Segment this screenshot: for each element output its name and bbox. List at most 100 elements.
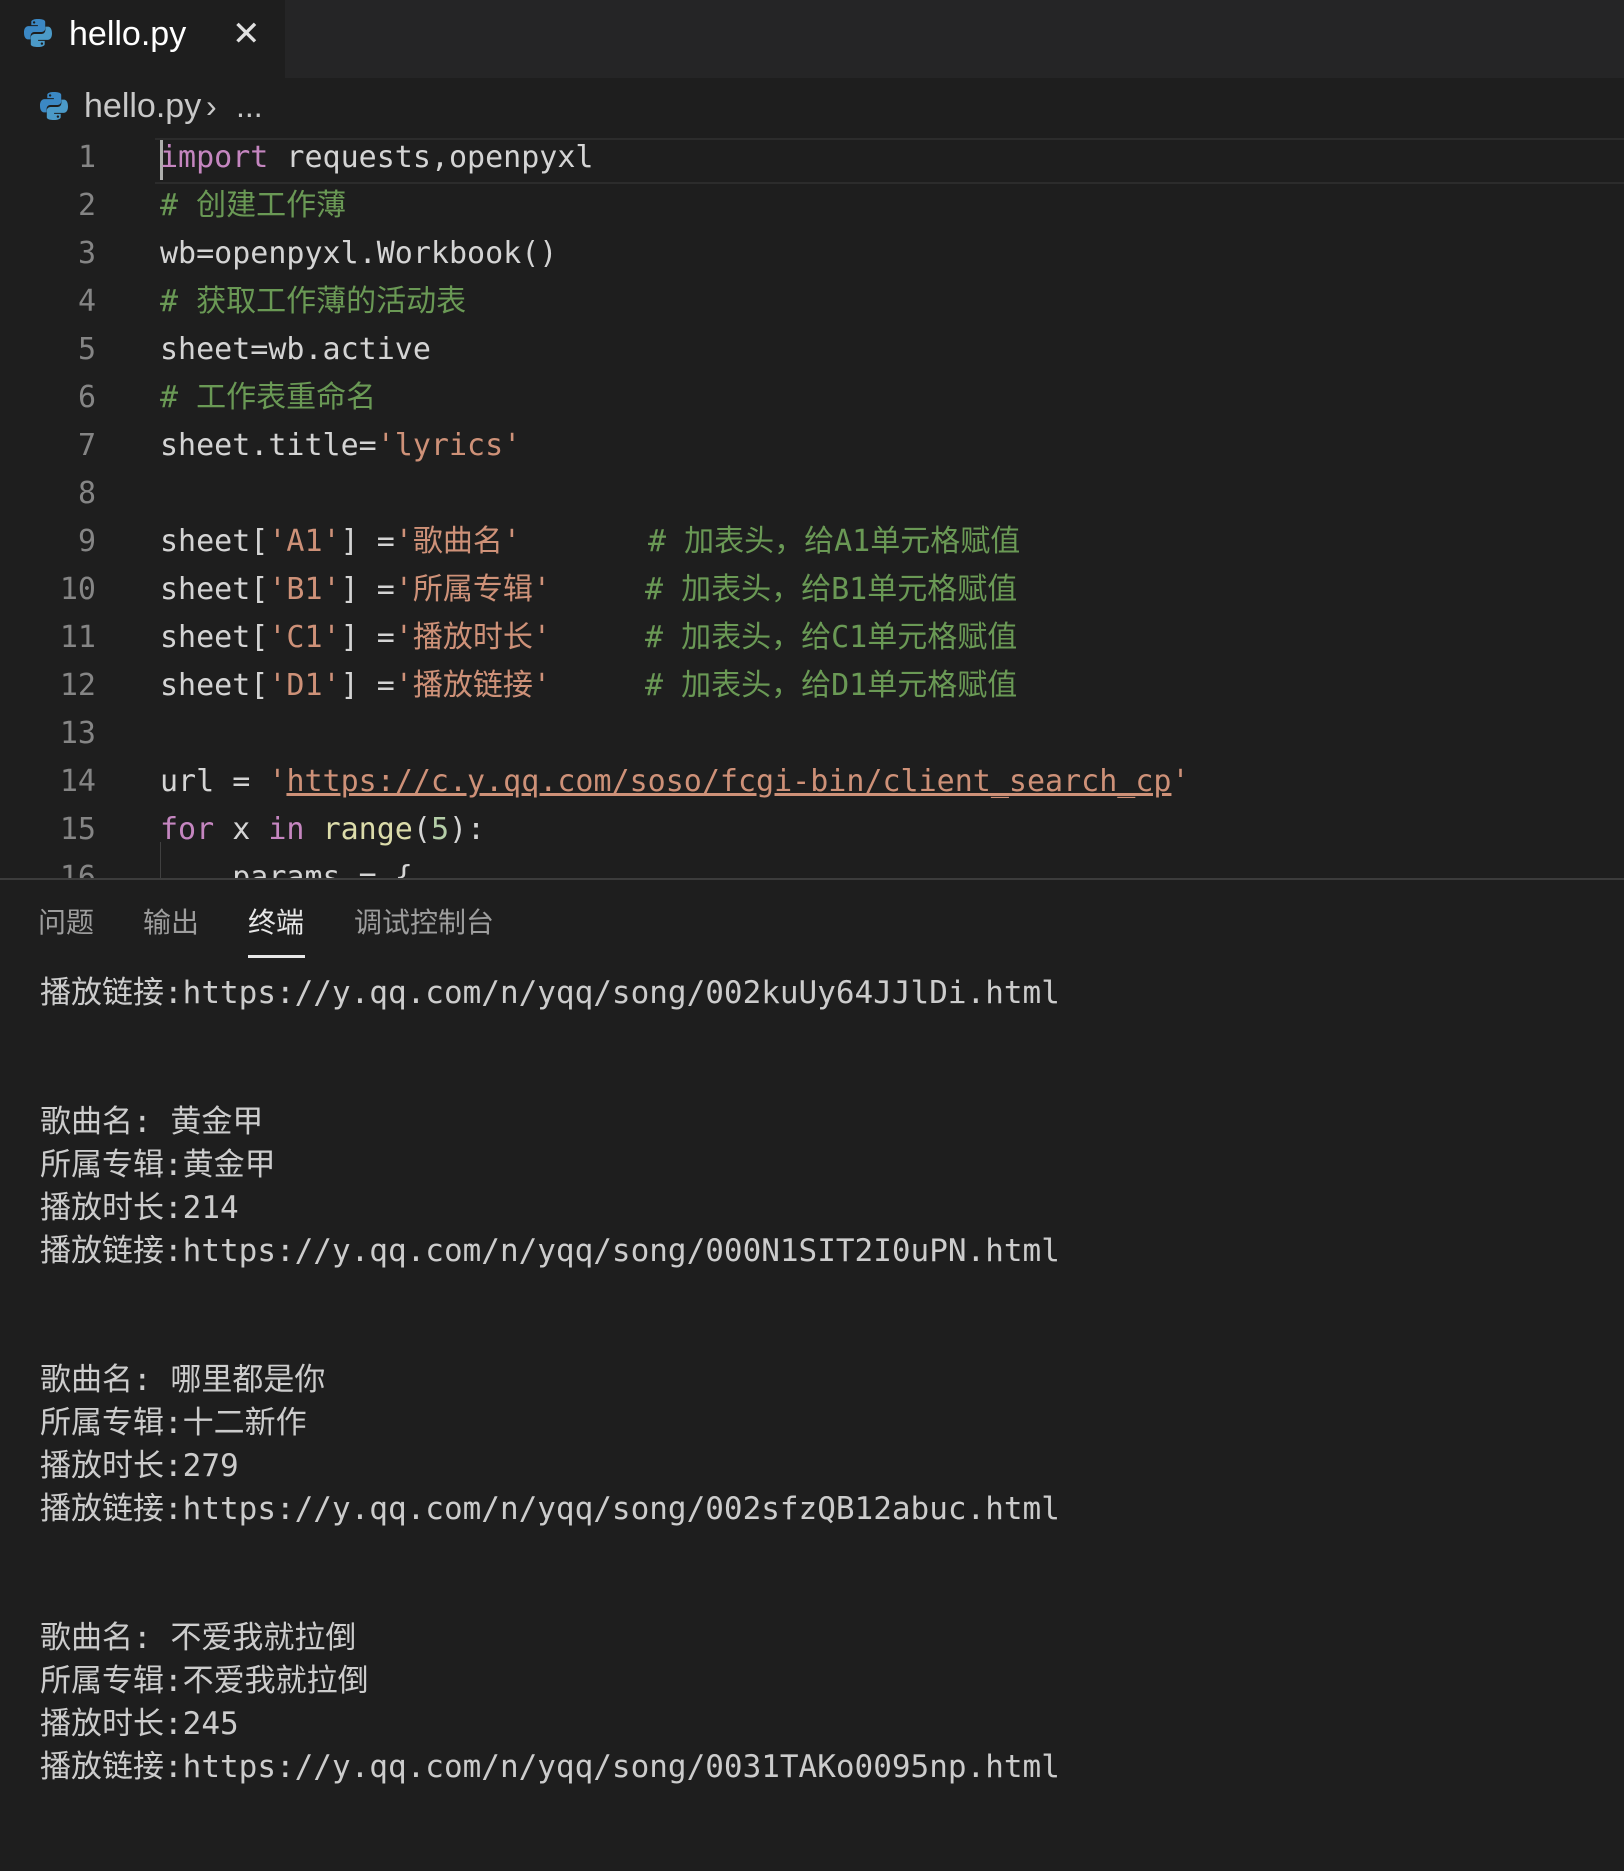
comment: # 获取工作薄的活动表 [160, 284, 467, 319]
line-number: 14 [59, 764, 96, 799]
comment: # 工作表重命名 [160, 380, 377, 415]
line-number: 8 [77, 476, 96, 511]
line-number: 4 [77, 284, 96, 319]
terminal-line: 歌曲名: 哪里都是你 [40, 1362, 326, 1398]
code-line: 11 sheet['C1'] ='播放时长' # 加表头，给C1单元格赋值 [0, 614, 1624, 662]
line-number: 10 [59, 572, 96, 607]
keyword: import [160, 140, 269, 175]
string-quote: ' [268, 764, 287, 799]
line-code: import requests,openpyxl [160, 134, 593, 182]
line-number: 7 [77, 428, 96, 463]
terminal-line: 歌曲名: 黄金甲 [40, 1104, 264, 1140]
comment: # 加表头，给A1单元格赋值 [648, 524, 1021, 559]
terminal-line: 播放时长:214 [40, 1190, 239, 1226]
code-text: sheet[ [160, 524, 269, 559]
code-line: 6 # 工作表重命名 [0, 374, 1624, 422]
tab-problems[interactable]: 问题 [38, 906, 94, 940]
tab-output[interactable]: 输出 [143, 906, 199, 940]
line-number: 9 [77, 524, 96, 559]
line-number: 2 [77, 188, 96, 223]
terminal-line: 播放链接:https://y.qq.com/n/yqq/song/0031TAK… [40, 1749, 1060, 1785]
line-number: 5 [77, 332, 96, 367]
tab-hello-py[interactable]: hello.py ✕ [0, 0, 285, 78]
line-number: 12 [59, 668, 96, 703]
tab-label: hello.py [69, 15, 187, 53]
string-literal: 'C1' [268, 620, 341, 655]
comment: # 加表头，给B1单元格赋值 [645, 572, 1018, 607]
code-text: sheet.title= [160, 428, 377, 463]
line-number: 13 [59, 716, 96, 751]
code-editor[interactable]: 1 import requests,openpyxl 2 # 创建工作薄 3 w… [0, 134, 1624, 878]
tab-terminal[interactable]: 终端 [248, 906, 304, 940]
line-code: sheet['B1'] ='所属专辑' [160, 566, 551, 614]
line-number: 11 [59, 620, 96, 655]
code-line: 2 # 创建工作薄 [0, 182, 1624, 230]
code-text: ] = [340, 524, 395, 559]
number-literal: 5 [430, 812, 449, 847]
line-code: for x in range(5): [160, 806, 485, 854]
tab-debug-console[interactable]: 调试控制台 [354, 906, 494, 940]
comment: # 创建工作薄 [160, 188, 347, 223]
comment: # 加表头，给D1单元格赋值 [645, 668, 1018, 703]
string-literal: 'A1' [268, 524, 341, 559]
keyword: in [268, 812, 305, 847]
breadcrumb: hello.py › ... [0, 78, 1624, 134]
line-number: 3 [77, 236, 96, 271]
line-code: params = { [160, 860, 413, 878]
line-code: sheet['D1'] ='播放链接' [160, 662, 551, 710]
code-text: url = [160, 764, 269, 799]
string-literal: 'B1' [268, 572, 341, 607]
code-line: 13 [0, 710, 1624, 758]
breadcrumb-file[interactable]: hello.py [84, 86, 201, 126]
line-number: 6 [77, 380, 96, 415]
code-line: 4 # 获取工作薄的活动表 [0, 278, 1624, 326]
code-text: sheet[ [160, 620, 269, 655]
code-text: sheet[ [160, 668, 269, 703]
code-text: ( [412, 812, 431, 847]
python-icon [24, 19, 52, 47]
code-line: 10 sheet['B1'] ='所属专辑' # 加表头，给B1单元格赋值 [0, 566, 1624, 614]
keyword: for [160, 812, 215, 847]
string-literal: '歌曲名' [394, 524, 521, 559]
terminal-line: 播放链接:https://y.qq.com/n/yqq/song/002sfzQ… [40, 1491, 1060, 1527]
editor-tab-bar: hello.py ✕ [0, 0, 1624, 78]
url-link[interactable]: https://c.y.qq.com/soso/fcgi-bin/client_… [286, 764, 1171, 799]
code-text: sheet[ [160, 572, 269, 607]
code-line: 15 for x in range(5): [0, 806, 1624, 854]
code-text: ] = [340, 620, 395, 655]
code-text: x [214, 812, 269, 847]
terminal-line: 播放链接:https://y.qq.com/n/yqq/song/002kuUy… [40, 975, 1060, 1011]
code-line: 8 [0, 470, 1624, 518]
string-literal: '播放链接' [394, 668, 551, 703]
terminal-line: 所属专辑:不爱我就拉倒 [40, 1663, 369, 1699]
terminal-line: 播放时长:279 [40, 1448, 239, 1484]
active-tab-indicator [248, 955, 305, 958]
terminal-line: 播放链接:https://y.qq.com/n/yqq/song/000N1SI… [40, 1233, 1060, 1269]
code-text: ): [449, 812, 486, 847]
terminal-line: 播放时长:245 [40, 1706, 239, 1742]
code-line: 14 url = 'https://c.y.qq.com/soso/fcgi-b… [0, 758, 1624, 806]
line-code: sheet['C1'] ='播放时长' [160, 614, 551, 662]
code-line: 12 sheet['D1'] ='播放链接' # 加表头，给D1单元格赋值 [0, 662, 1624, 710]
code-line: 16 params = { [0, 854, 1624, 878]
terminal-output[interactable]: 播放链接:https://y.qq.com/n/yqq/song/002kuUy… [40, 972, 1600, 1789]
line-code: sheet['A1'] ='歌曲名' [160, 518, 521, 566]
string-literal: '播放时长' [394, 620, 551, 655]
close-icon[interactable]: ✕ [232, 14, 261, 54]
line-number: 15 [59, 812, 96, 847]
code-line: 3 wb=openpyxl.Workbook() [0, 230, 1624, 278]
breadcrumb-symbols[interactable]: ... [236, 86, 263, 126]
terminal-line: 所属专辑:十二新作 [40, 1405, 307, 1441]
python-icon [40, 92, 68, 120]
line-code: sheet.title='lyrics' [160, 422, 521, 470]
string-literal: 'lyrics' [376, 428, 522, 463]
string-literal: '所属专辑' [394, 572, 551, 607]
line-code: url = 'https://c.y.qq.com/soso/fcgi-bin/… [160, 758, 1190, 806]
function-name: range [322, 812, 413, 847]
